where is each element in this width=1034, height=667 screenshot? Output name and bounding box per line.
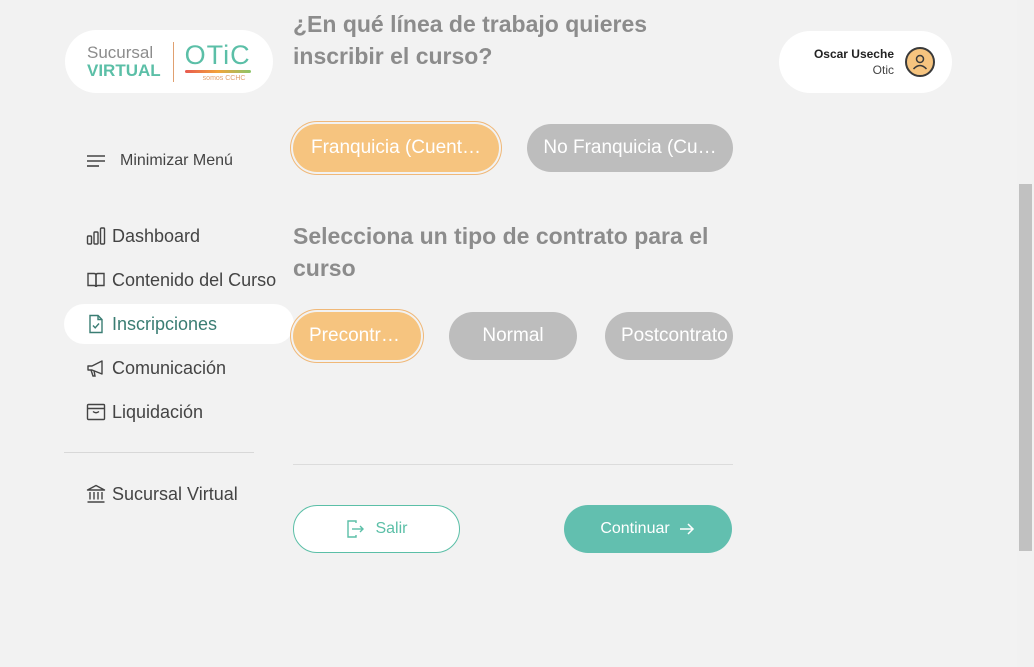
book-icon: [87, 272, 105, 288]
sidebar-item-comunicacion[interactable]: Comunicación: [64, 348, 294, 388]
sidebar-item-liquidacion[interactable]: Liquidación: [64, 392, 294, 432]
exit-label: Salir: [375, 520, 408, 537]
sidebar-item-inscripciones[interactable]: Inscripciones: [64, 304, 294, 344]
line-question-title: ¿En qué línea de trabajo quieres inscrib…: [293, 11, 648, 69]
logo[interactable]: Sucursal VIRTUAL OTiC somos CCHC: [65, 30, 273, 93]
contract-question-title: Selecciona un tipo de contrato para el c…: [293, 223, 709, 281]
line-option-no-franquicia[interactable]: No Franquicia (Cu…: [527, 124, 733, 172]
continue-label: Continuar: [600, 520, 670, 537]
user-organization: Otic: [872, 63, 894, 77]
line-option-franquicia[interactable]: Franquicia (Cuent…: [293, 124, 499, 172]
file-check-icon: [89, 314, 103, 334]
sidebar-item-label: Liquidación: [112, 401, 204, 422]
logo-separator: [172, 41, 174, 82]
contract-option-normal[interactable]: Normal: [449, 312, 577, 360]
sidebar-item-label: Contenido del Curso: [112, 269, 277, 290]
arrow-right-icon: [679, 523, 694, 535]
bar-chart-icon: [86, 227, 106, 245]
brand-color-bar: [184, 69, 251, 73]
chip-label: Postcontrato: [621, 325, 728, 346]
sidebar-item-label: Comunicación: [112, 357, 227, 378]
sidebar-divider: [64, 452, 254, 453]
brand-subtitle: somos CCHC: [202, 74, 246, 82]
minimize-menu-label: Minimizar Menú: [120, 152, 233, 169]
chip-label: No Franquicia (Cu…: [543, 137, 717, 158]
sidebar-item-sucursal-virtual[interactable]: Sucursal Virtual: [64, 474, 294, 514]
megaphone-icon: [87, 360, 103, 377]
brand-name: OTiC: [184, 39, 251, 70]
chip-label: Franquicia (Cuent…: [310, 137, 482, 158]
logo-line1: Sucursal: [87, 43, 154, 62]
user-info: Oscar Useche Otic: [814, 46, 894, 78]
scrollbar-thumb[interactable]: [1019, 184, 1032, 551]
exit-button[interactable]: Salir: [293, 505, 460, 553]
minimize-menu-button[interactable]: Minimizar Menú: [86, 152, 233, 170]
sidebar-item-label: Dashboard: [112, 225, 201, 246]
chip-label: Normal: [482, 325, 544, 346]
menu-icon: [87, 155, 105, 167]
user-name: Oscar Useche: [813, 47, 894, 61]
continue-button[interactable]: Continuar: [564, 505, 732, 553]
brand-logo: OTiC somos CCHC: [184, 39, 251, 82]
bank-icon: [86, 484, 106, 503]
exit-icon: [347, 520, 365, 538]
contract-option-precontrato[interactable]: Precontrato: [293, 312, 421, 360]
contract-option-postcontrato[interactable]: Postcontrato: [605, 312, 733, 360]
user-icon: [912, 54, 928, 70]
sidebar-item-dashboard[interactable]: Dashboard: [64, 216, 294, 256]
user-menu[interactable]: Oscar Useche Otic: [779, 31, 952, 93]
archive-icon: [86, 403, 106, 421]
logo-line2: VIRTUAL: [87, 61, 161, 80]
sidebar-item-label: Inscripciones: [112, 313, 218, 334]
form-divider: [293, 464, 733, 465]
sidebar-item-label: Sucursal Virtual: [112, 483, 238, 504]
chip-label: Precontrato: [309, 325, 405, 346]
logo-text: Sucursal VIRTUAL: [87, 44, 161, 79]
avatar: [905, 47, 935, 77]
sidebar-item-contenido[interactable]: Contenido del Curso: [64, 260, 294, 300]
